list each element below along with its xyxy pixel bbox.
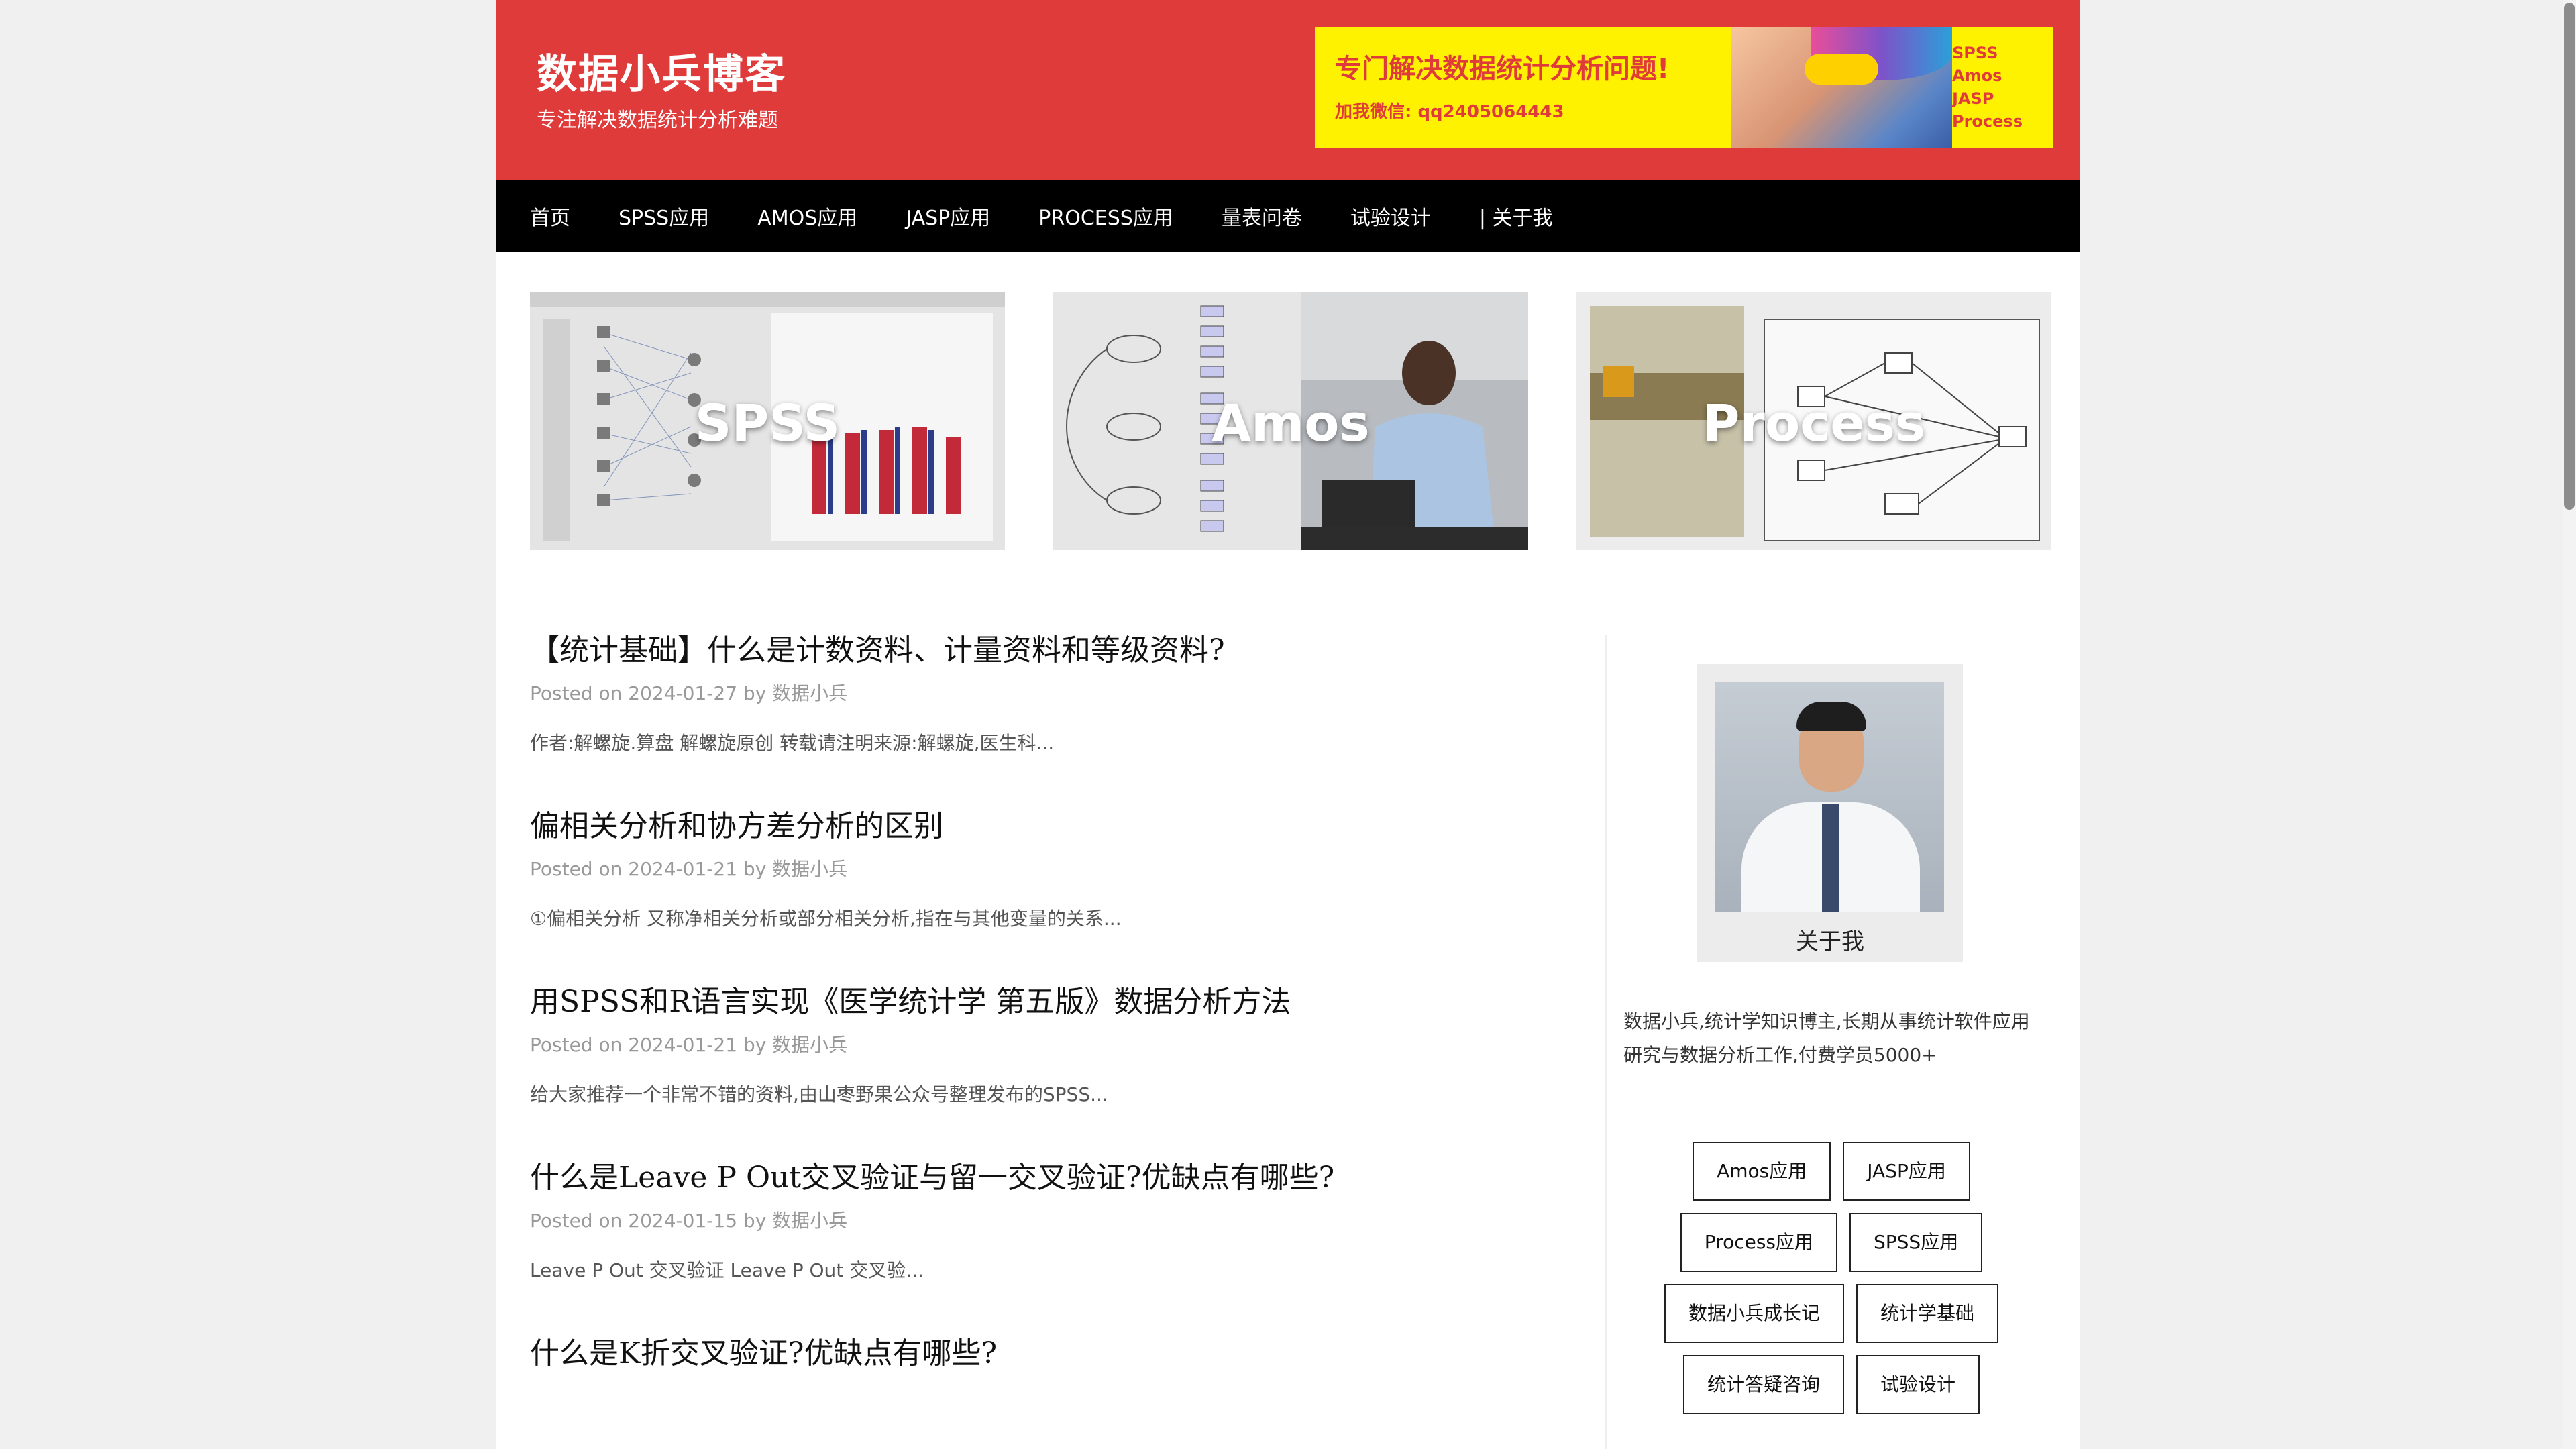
feature-card-amos[interactable]: Amos xyxy=(1053,292,1528,550)
nav-item-questionnaire[interactable]: 量表问卷 xyxy=(1222,201,1302,231)
site-header: 数据小兵博客 专注解决数据统计分析难题 专门解决数据统计分析问题! 加我微信: … xyxy=(496,0,2080,180)
sidebar: 关于我 数据小兵,统计学知识博主,长期从事统计软件应用研究与数据分析工作,付费学… xyxy=(1623,664,2039,1426)
feature-label-amos: Amos xyxy=(1212,393,1370,453)
post-posted-prefix: Posted on xyxy=(530,1210,623,1232)
banner-photo xyxy=(1731,27,1952,148)
ad-banner[interactable]: 专门解决数据统计分析问题! 加我微信: qq2405064443 SPSS Am… xyxy=(1315,27,2053,148)
tag-growth-notes[interactable]: 数据小兵成长记 xyxy=(1664,1284,1844,1343)
tag-amos[interactable]: Amos应用 xyxy=(1693,1142,1831,1201)
feature-card-spss[interactable]: SPSS xyxy=(530,292,1005,550)
post-posted-prefix: Posted on xyxy=(530,858,623,880)
post-meta: Posted on 2024-01-21 by 数据小兵 xyxy=(530,1030,1570,1057)
scrollbar-thumb[interactable] xyxy=(2564,3,2575,510)
feature-label-process: Process xyxy=(1702,393,1926,453)
nav-item-experiment-design[interactable]: 试验设计 xyxy=(1350,201,1431,231)
author-avatar xyxy=(1715,682,1944,912)
about-me-caption[interactable]: 关于我 xyxy=(1697,923,1963,956)
banner-tool-list: SPSS Amos JASP Process xyxy=(1952,42,2023,133)
banner-contact: 加我微信: qq2405064443 xyxy=(1335,102,1564,122)
post-item: 用SPSS和R语言实现《医学统计学 第五版》数据分析方法 Posted on 2… xyxy=(530,982,1570,1107)
main-nav: 首页 SPSS应用 AMOS应用 JASP应用 PROCESS应用 量表问卷 试… xyxy=(496,180,2080,252)
tag-spss[interactable]: SPSS应用 xyxy=(1849,1213,1983,1272)
post-item: 什么是Leave P Out交叉验证与留一交叉验证?优缺点有哪些? Posted… xyxy=(530,1158,1570,1283)
banner-tool: Amos xyxy=(1952,66,2002,85)
post-item: 什么是K折交叉验证?优缺点有哪些? xyxy=(530,1334,1570,1374)
tag-cloud: Amos应用 JASP应用 Process应用 SPSS应用 数据小兵成长记 统… xyxy=(1623,1142,2039,1426)
post-author-link[interactable]: 数据小兵 xyxy=(772,1034,847,1056)
avatar-hair xyxy=(1796,702,1866,731)
feature-cards: SPSS Amos Process xyxy=(530,292,2053,550)
post-title-link[interactable]: 用SPSS和R语言实现《医学统计学 第五版》数据分析方法 xyxy=(530,982,1570,1022)
post-title-link[interactable]: 什么是Leave P Out交叉验证与留一交叉验证?优缺点有哪些? xyxy=(530,1158,1570,1198)
page-scrollbar[interactable] xyxy=(2563,0,2576,1449)
post-item: 【统计基础】什么是计数资料、计量资料和等级资料? Posted on 2024-… xyxy=(530,631,1570,755)
feature-card-process[interactable]: Process xyxy=(1576,292,2051,550)
tag-row: 数据小兵成长记 统计学基础 xyxy=(1664,1284,1999,1343)
nav-item-jasp[interactable]: JASP应用 xyxy=(906,201,990,231)
post-author-link[interactable]: 数据小兵 xyxy=(772,1210,847,1232)
post-by: by xyxy=(743,858,767,880)
banner-headline: 专门解决数据统计分析问题! xyxy=(1335,54,1670,85)
post-title-link[interactable]: 【统计基础】什么是计数资料、计量资料和等级资料? xyxy=(530,631,1570,671)
post-date-link[interactable]: 2024-01-27 xyxy=(628,682,737,704)
post-title-link[interactable]: 什么是K折交叉验证?优缺点有哪些? xyxy=(530,1334,1570,1374)
nav-item-home[interactable]: 首页 xyxy=(530,201,570,231)
post-date-link[interactable]: 2024-01-15 xyxy=(628,1210,737,1232)
post-meta: Posted on 2024-01-21 by 数据小兵 xyxy=(530,855,1570,881)
post-date-link[interactable]: 2024-01-21 xyxy=(628,1034,737,1056)
post-excerpt: ①偏相关分析 又称净相关分析或部分相关分析,指在与其他变量的关系... xyxy=(530,908,1122,930)
post-excerpt: Leave P Out 交叉验证 Leave P Out 交叉验... xyxy=(530,1259,924,1281)
post-by: by xyxy=(743,682,767,704)
tag-row: 统计答疑咨询 试验设计 xyxy=(1682,1355,1980,1414)
nav-item-amos[interactable]: AMOS应用 xyxy=(757,201,857,231)
sidebar-divider xyxy=(1605,635,1607,1449)
avatar-tie xyxy=(1822,804,1839,912)
tag-statistics-basics[interactable]: 统计学基础 xyxy=(1856,1284,1999,1343)
site-tagline: 专注解决数据统计分析难题 xyxy=(537,109,778,132)
post-excerpt: 作者:解螺旋.算盘 解螺旋原创 转载请注明来源:解螺旋,医生科... xyxy=(530,732,1055,754)
post-list: 【统计基础】什么是计数资料、计量资料和等级资料? Posted on 2024-… xyxy=(530,631,1570,1425)
post-author-link[interactable]: 数据小兵 xyxy=(772,682,847,704)
post-by: by xyxy=(743,1210,767,1232)
post-excerpt: 给大家推荐一个非常不错的资料,由山枣野果公众号整理发布的SPSS... xyxy=(530,1083,1108,1106)
nav-item-spss[interactable]: SPSS应用 xyxy=(619,201,709,231)
tag-row: Amos应用 JASP应用 xyxy=(1693,1142,1970,1201)
post-meta: Posted on 2024-01-15 by 数据小兵 xyxy=(530,1206,1570,1233)
about-me-card[interactable]: 关于我 xyxy=(1697,664,1963,962)
banner-tool: Process xyxy=(1952,112,2023,131)
tag-jasp[interactable]: JASP应用 xyxy=(1843,1142,1970,1201)
post-by: by xyxy=(743,1034,767,1056)
site-title[interactable]: 数据小兵博客 xyxy=(537,42,786,100)
banner-tool: SPSS xyxy=(1952,44,1998,62)
post-date-link[interactable]: 2024-01-21 xyxy=(628,858,737,880)
nav-item-process[interactable]: PROCESS应用 xyxy=(1038,201,1173,231)
page-container: 数据小兵博客 专注解决数据统计分析难题 专门解决数据统计分析问题! 加我微信: … xyxy=(496,0,2080,1449)
tag-process[interactable]: Process应用 xyxy=(1680,1213,1837,1272)
tag-row: Process应用 SPSS应用 xyxy=(1680,1213,1983,1272)
post-author-link[interactable]: 数据小兵 xyxy=(772,858,847,880)
feature-label-spss: SPSS xyxy=(694,393,841,453)
post-meta: Posted on 2024-01-27 by 数据小兵 xyxy=(530,679,1570,706)
tag-stats-consulting[interactable]: 统计答疑咨询 xyxy=(1682,1355,1844,1414)
nav-item-about[interactable]: | 关于我 xyxy=(1479,201,1553,231)
banner-tool: JASP xyxy=(1952,89,1994,108)
post-posted-prefix: Posted on xyxy=(530,1034,623,1056)
post-item: 偏相关分析和协方差分析的区别 Posted on 2024-01-21 by 数… xyxy=(530,806,1570,931)
banner-photo-glasses xyxy=(1805,54,1878,85)
post-posted-prefix: Posted on xyxy=(530,682,623,704)
post-title-link[interactable]: 偏相关分析和协方差分析的区别 xyxy=(530,806,1570,847)
about-me-text: 数据小兵,统计学知识博主,长期从事统计软件应用研究与数据分析工作,付费学员500… xyxy=(1623,1010,2030,1066)
tag-experiment-design[interactable]: 试验设计 xyxy=(1856,1355,1980,1414)
